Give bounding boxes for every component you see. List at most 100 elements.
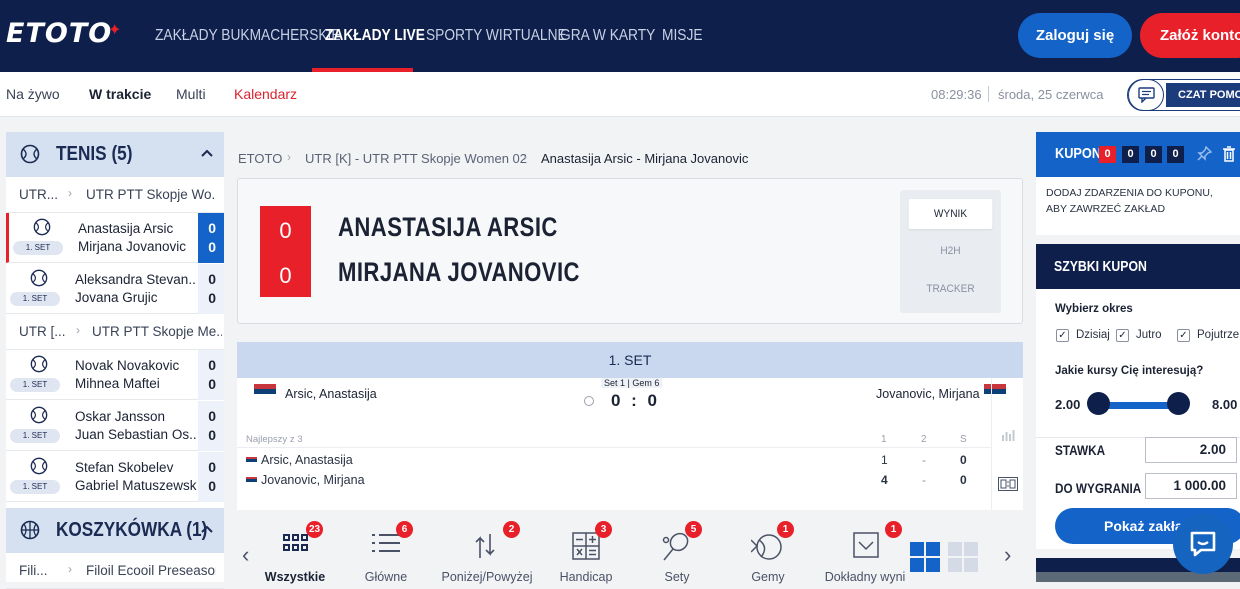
- match-row[interactable]: 1. SET Anastasija Arsic Mirjana Jovanovi…: [6, 213, 224, 263]
- nav-zaklady-live[interactable]: ZAKŁADY LIVE: [325, 0, 425, 72]
- pin-icon[interactable]: [1197, 146, 1212, 161]
- quick-coupon-header[interactable]: SZYBKI KUPON: [1036, 244, 1240, 289]
- tennis-ball-icon: [30, 269, 48, 287]
- set2-score: -: [922, 453, 926, 467]
- coupon-count: 0: [1167, 146, 1184, 163]
- tennis-ball-icon: [30, 355, 48, 373]
- bar-stats-icon[interactable]: [1002, 430, 1015, 441]
- stake-label: STAWKA: [1055, 442, 1106, 458]
- match-row[interactable]: 1. SET Novak Novakovic Mihnea Maftei 00: [6, 350, 224, 400]
- help-chat-button[interactable]: CZAT POMOCY: [1127, 79, 1240, 111]
- chevron-right-icon[interactable]: ›: [1004, 542, 1011, 568]
- tab-wynik[interactable]: WYNIK: [908, 199, 993, 229]
- checkbox-jutro[interactable]: ✓: [1116, 329, 1129, 342]
- player-1: Oskar Jansson: [75, 409, 166, 424]
- odds-slider-max-handle[interactable]: [1167, 392, 1190, 415]
- row-divider: [237, 447, 991, 448]
- subnav-w-trakcie[interactable]: W trakcie: [89, 86, 151, 102]
- sport-header-basketball[interactable]: KOSZYKÓWKA (1): [6, 508, 224, 553]
- match-row[interactable]: 1. SET Stefan Skobelev Gabriel Matuszews…: [6, 452, 224, 502]
- nav-gra-w-karty[interactable]: GRA W KARTY: [560, 0, 655, 72]
- serbia-flag-icon: [254, 384, 276, 398]
- match-row[interactable]: 1. SET Aleksandra Stevan... Jovana Gruji…: [6, 264, 224, 314]
- stake-input[interactable]: 2.00: [1145, 437, 1237, 463]
- serbia-flag-icon: [246, 477, 257, 484]
- odds-max-value: 8.00: [1212, 397, 1238, 412]
- over-under-icon: [475, 534, 495, 558]
- set-gem-info: Set 1 | Gem 6: [601, 378, 663, 388]
- player-2: Mihnea Maftei: [75, 376, 160, 391]
- tab-h2h[interactable]: H2H: [909, 236, 993, 266]
- player-2-name: MIRJANA JOVANOVIC: [338, 257, 580, 287]
- tennis-ball-icon: [30, 457, 48, 475]
- tennis-ball-icon: [33, 218, 51, 236]
- set-title: 1. SET: [237, 342, 1023, 378]
- layout-list-icon[interactable]: [948, 542, 978, 572]
- tab-tracker[interactable]: TRACKER: [909, 274, 993, 304]
- quick-coupon-title: SZYBKI KUPON: [1054, 258, 1147, 275]
- live-chat-button[interactable]: [1173, 514, 1233, 574]
- win-label: DO WYGRANIA: [1055, 480, 1142, 496]
- win-input[interactable]: 1 000.00: [1145, 473, 1237, 499]
- checkbox-label: Jutro: [1136, 329, 1162, 341]
- league-row[interactable]: UTR... › UTR PTT Skopje Wo...: [6, 177, 224, 213]
- nav-misje[interactable]: MISJE: [662, 0, 703, 72]
- checkbox-dzisiaj[interactable]: ✓: [1056, 329, 1069, 342]
- etoto-logo[interactable]: ETOTO: [6, 18, 112, 49]
- subnav-na-zywo[interactable]: Na żywo: [6, 86, 60, 102]
- coupon-count: 0: [1145, 146, 1162, 163]
- chevron-up-icon[interactable]: [200, 148, 214, 158]
- sport-title-basketball: KOSZYKÓWKA (1): [56, 519, 208, 541]
- set-badge: 1. SET: [10, 429, 60, 443]
- login-button[interactable]: Zaloguj się: [1018, 13, 1132, 58]
- chat-bubble-icon[interactable]: [1128, 79, 1164, 111]
- best-of-label: Najlepszy z 3: [246, 434, 303, 445]
- chevron-up-icon[interactable]: [200, 524, 214, 534]
- league-row[interactable]: Fili... › Filoil Ecooil Preseason ...: [6, 553, 224, 589]
- subnav-multi[interactable]: Multi: [176, 86, 206, 102]
- sport-header-tennis[interactable]: TENIS (5): [6, 132, 224, 177]
- period-label: Wybierz okres: [1055, 303, 1133, 315]
- breadcrumb-home[interactable]: ETOTO: [238, 151, 282, 166]
- breadcrumb-league[interactable]: UTR [K] - UTR PTT Skopje Women 02: [305, 151, 527, 166]
- odds-label: Jakie kursy Cię interesują?: [1055, 365, 1204, 377]
- grid-icon: [283, 534, 308, 551]
- chevron-left-icon[interactable]: ‹: [242, 542, 249, 568]
- sub-navigation: Na żywo W trakcie Multi Kalendarz 08:29:…: [0, 72, 1240, 117]
- sports-sidebar: TENIS (5) UTR... › UTR PTT Skopje Wo... …: [6, 132, 224, 589]
- layout-grid-icon[interactable]: [910, 542, 940, 572]
- sets-won: 0: [960, 453, 967, 467]
- league-row[interactable]: UTR [... › UTR PTT Skopje Me...: [6, 314, 224, 350]
- scoreboard-icon[interactable]: [998, 477, 1018, 491]
- market-count-badge: 3: [595, 521, 612, 538]
- coupon-header[interactable]: KUPON 0 0 0 0: [1036, 132, 1240, 177]
- market-count-badge: 6: [396, 521, 413, 538]
- chevron-right-icon: ›: [76, 323, 80, 337]
- basketball-icon: [20, 520, 40, 540]
- checkbox-pojutrze[interactable]: ✓: [1177, 329, 1190, 342]
- help-chat-label[interactable]: CZAT POMOCY: [1166, 83, 1240, 107]
- match-score: 00: [198, 401, 224, 451]
- serbia-flag-icon: [246, 457, 257, 464]
- set-badge: 1. SET: [13, 241, 63, 255]
- away-player-name: Jovanovic, Mirjana: [876, 387, 980, 401]
- odds-slider-min-handle[interactable]: [1087, 392, 1110, 415]
- player-1-name: ANASTASIJA ARSIC: [338, 212, 558, 242]
- chevron-right-icon: ›: [68, 562, 72, 576]
- tennis-racket-icon: [662, 532, 689, 561]
- nav-sporty-wirtualne[interactable]: SPORTY WIRTUALNE: [426, 0, 567, 72]
- trash-icon[interactable]: [1222, 146, 1236, 162]
- register-button[interactable]: Załóż konto: [1140, 13, 1240, 58]
- coupon-count: 0: [1122, 146, 1139, 163]
- current-date: środa, 25 czerwca: [998, 87, 1104, 102]
- set2-score: -: [922, 473, 926, 487]
- market-count-badge: 2: [503, 521, 520, 538]
- league-name: Filoil Ecooil Preseason ...: [86, 563, 216, 578]
- match-row[interactable]: 1. SET Oskar Jansson Juan Sebastian Os..…: [6, 401, 224, 451]
- player-2: Jovana Grujic: [75, 290, 158, 305]
- stats-row-name: Arsic, Anastasija: [261, 453, 353, 467]
- sets-won: 0: [960, 473, 967, 487]
- subnav-kalendarz[interactable]: Kalendarz: [234, 86, 297, 102]
- logo-star-icon: ✦: [108, 22, 122, 39]
- nav-zaklady-bukmacherskie[interactable]: ZAKŁADY BUKMACHERSKIE: [155, 0, 341, 72]
